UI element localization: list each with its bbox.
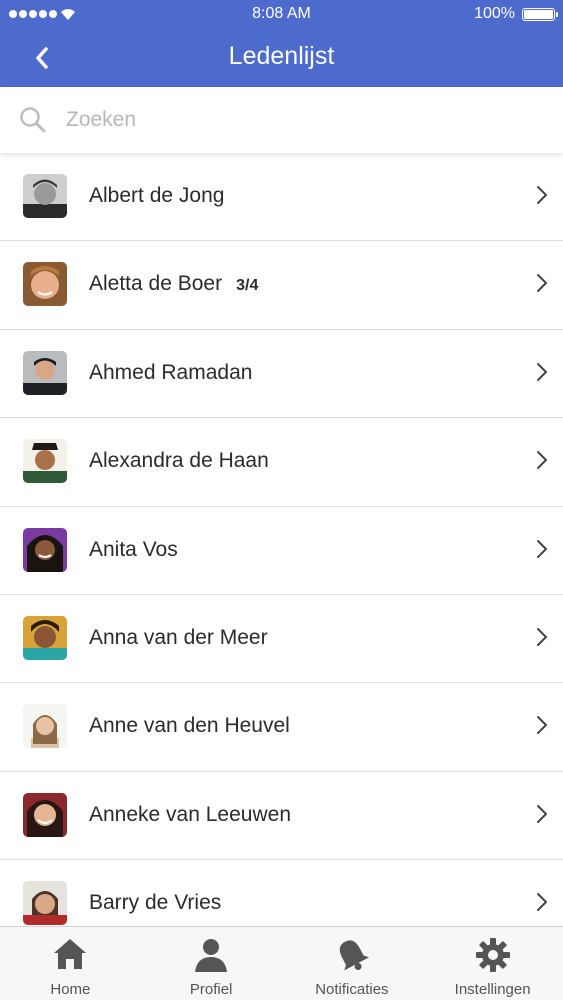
chevron-right-icon bbox=[537, 186, 547, 204]
chevron-right-icon bbox=[537, 539, 547, 558]
avatar bbox=[23, 174, 67, 218]
member-row[interactable]: Anita Vos bbox=[0, 507, 563, 595]
tab-label: Profiel bbox=[189, 981, 233, 998]
navigation-bar: Ledenlijst bbox=[0, 28, 563, 87]
member-name: Anita Vos bbox=[89, 538, 192, 562]
tab-label: Instellingen bbox=[454, 981, 531, 998]
member-name: Anneke van Leeuwen bbox=[89, 803, 305, 827]
avatar bbox=[23, 527, 67, 572]
member-name: Barry de Vries bbox=[89, 891, 235, 915]
member-name-text: Anne van den Heuvel bbox=[89, 714, 290, 738]
member-row[interactable]: Ahmed Ramadan bbox=[0, 330, 563, 419]
app-header: 8:08 AM 100% Ledenlijst bbox=[0, 0, 563, 87]
member-badge: 3/4 bbox=[236, 277, 259, 295]
member-name-text: Anneke van Leeuwen bbox=[89, 802, 291, 826]
tab-instellingen[interactable]: Instellingen bbox=[422, 927, 563, 1000]
avatar bbox=[23, 350, 67, 395]
member-row[interactable]: Aletta de Boer 3/4 bbox=[0, 241, 563, 330]
member-name-text: Anita Vos bbox=[89, 537, 178, 561]
member-name: Alexandra de Haan bbox=[89, 449, 283, 473]
member-name-text: Albert de Jong bbox=[89, 184, 225, 207]
member-name-text: Ahmed Ramadan bbox=[89, 360, 253, 384]
member-row[interactable]: Anne van den Heuvel bbox=[0, 683, 563, 772]
chevron-right-icon bbox=[537, 362, 547, 381]
member-row[interactable]: Anna van der Meer bbox=[0, 595, 563, 684]
home-icon bbox=[54, 939, 87, 969]
tab-bar: Home Profiel Notificaties Instellingen bbox=[0, 926, 563, 1000]
page-title: Ledenlijst bbox=[228, 42, 335, 70]
search-bar bbox=[0, 87, 563, 153]
chevron-right-icon bbox=[537, 893, 547, 912]
member-name-text: Aletta de Boer bbox=[89, 272, 223, 296]
avatar bbox=[23, 615, 67, 660]
member-row[interactable]: Alexandra de Haan bbox=[0, 418, 563, 507]
bell-icon bbox=[339, 940, 369, 971]
member-name: Anne van den Heuvel bbox=[89, 714, 304, 738]
member-name: Ahmed Ramadan bbox=[89, 361, 266, 385]
tab-label: Home bbox=[50, 981, 91, 998]
member-row[interactable]: Albert de Jong bbox=[0, 153, 563, 242]
search-input[interactable] bbox=[66, 103, 536, 137]
member-row[interactable]: Barry de Vries bbox=[0, 860, 563, 926]
member-name-text: Anna van der Meer bbox=[89, 625, 268, 649]
avatar bbox=[23, 704, 67, 749]
member-name: Albert de Jong bbox=[89, 184, 238, 208]
member-row[interactable]: Anneke van Leeuwen bbox=[0, 772, 563, 861]
tab-home[interactable]: Home bbox=[0, 927, 141, 1000]
member-name: Anna van der Meer bbox=[89, 626, 282, 650]
status-bar: 8:08 AM 100% bbox=[0, 0, 563, 28]
person-icon bbox=[195, 939, 228, 972]
chevron-right-icon bbox=[537, 716, 547, 735]
chevron-right-icon bbox=[537, 451, 547, 470]
member-name: Aletta de Boer 3/4 bbox=[89, 272, 258, 296]
battery-icon bbox=[522, 8, 558, 21]
search-icon bbox=[20, 107, 46, 133]
avatar bbox=[23, 792, 67, 837]
battery-percentage: 100% bbox=[474, 5, 515, 22]
avatar bbox=[23, 881, 67, 926]
member-name-text: Barry de Vries bbox=[89, 891, 222, 915]
tab-label: Notificaties bbox=[315, 981, 389, 998]
chevron-right-icon bbox=[537, 627, 547, 646]
member-list: Albert de Jong Aletta de Boer 3/4 Ahmed … bbox=[0, 153, 563, 926]
avatar bbox=[23, 262, 67, 307]
gear-icon bbox=[475, 938, 510, 972]
chevron-right-icon bbox=[537, 804, 547, 823]
chevron-right-icon bbox=[537, 274, 547, 293]
tab-notificaties[interactable]: Notificaties bbox=[282, 927, 423, 1000]
member-name-text: Alexandra de Haan bbox=[89, 449, 269, 473]
tab-profiel[interactable]: Profiel bbox=[141, 927, 282, 1000]
avatar bbox=[23, 439, 67, 484]
